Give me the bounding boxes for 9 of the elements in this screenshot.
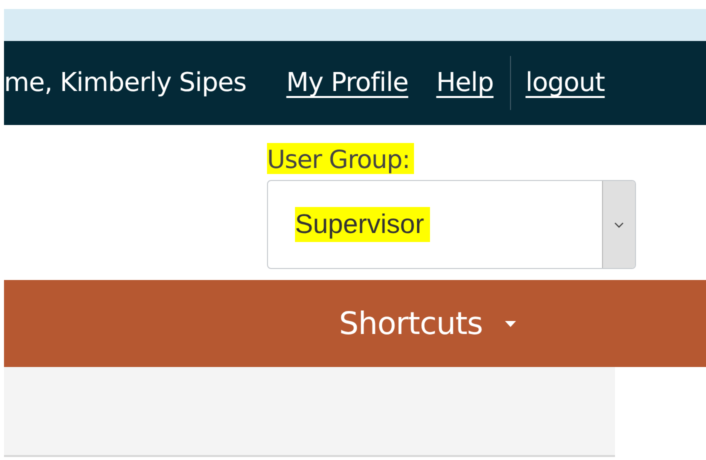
user-group-select[interactable]: Supervisor xyxy=(267,180,636,269)
nav-link[interactable]: logout xyxy=(526,68,605,98)
chevron-down-icon xyxy=(614,222,624,228)
field-label: User Group: xyxy=(267,143,414,174)
shortcuts-menu[interactable]: Shortcuts xyxy=(339,306,516,342)
nav-link[interactable]: Help xyxy=(436,68,494,98)
caret-icon xyxy=(504,320,516,326)
nav-link[interactable]: My Profile xyxy=(286,68,408,98)
greeting-text: me, Kimberly Sipes xyxy=(4,68,246,98)
